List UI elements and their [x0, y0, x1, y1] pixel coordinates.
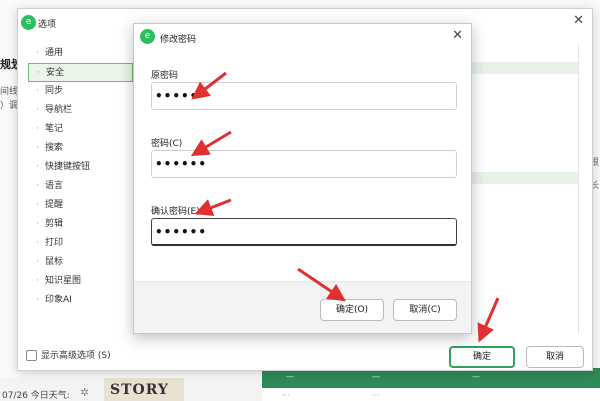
show-advanced-checkbox[interactable]	[26, 350, 37, 361]
weather-date-text: 07/26 今日天气:	[2, 391, 70, 401]
image-text: STORY	[110, 382, 169, 398]
background-table-header: — — —	[262, 368, 600, 388]
old-password-field[interactable]: ••••••	[151, 82, 457, 110]
change-password-close-button[interactable]: ✕	[452, 29, 463, 43]
evernote-logo-icon: e	[140, 29, 155, 44]
sidebar-item-search[interactable]: · 搜索	[28, 139, 133, 158]
sidebar-item-print[interactable]: · 打印	[28, 234, 133, 253]
change-password-dialog: e 修改密码 ✕ 原密码 •••••• 密码(C) •••••• 确认密码(E)…	[133, 23, 472, 334]
weather-icon: ✲	[80, 386, 90, 399]
change-password-title: 修改密码	[160, 35, 197, 45]
options-close-button[interactable]: ✕	[573, 14, 584, 28]
sidebar-item-sync[interactable]: · 同步	[28, 82, 133, 101]
sidebar-item-mouse[interactable]: · 鼠标	[28, 253, 133, 272]
background-table: — — — ··· ···	[262, 368, 600, 401]
sidebar-item-shortcuts[interactable]: · 快捷键按钮	[28, 158, 133, 177]
old-password-label: 原密码	[151, 71, 179, 81]
options-sidebar: · 通用 · 安全 · 同步 · 导航栏 · 笔记 · 搜索 · 快捷键按钮 · 语言 · 提醒 …	[28, 44, 133, 314]
show-advanced-label: 显示高级选项 (S)	[41, 351, 111, 361]
change-password-cancel-button[interactable]: 取消(C)	[393, 299, 457, 321]
background-text-fragment: 间线	[0, 87, 19, 97]
new-password-field[interactable]: ••••••	[151, 150, 457, 178]
change-password-ok-button[interactable]: 确定(O)	[320, 299, 384, 321]
options-title: 选项	[38, 20, 57, 30]
background-image-thumbnail: STORY	[104, 378, 184, 401]
confirm-password-field[interactable]: ••••••	[151, 218, 457, 246]
evernote-logo-icon: e	[21, 15, 36, 30]
sidebar-item-reminders[interactable]: · 提醒	[28, 196, 133, 215]
sidebar-item-general[interactable]: · 通用	[28, 44, 133, 63]
sidebar-item-notes[interactable]: · 笔记	[28, 120, 133, 139]
background-text-fragment: ）调	[0, 101, 19, 111]
options-scroll-area	[578, 44, 584, 334]
sidebar-item-security[interactable]: · 安全	[28, 63, 133, 82]
sidebar-item-clipper[interactable]: · 剪辑	[28, 215, 133, 234]
sidebar-item-language[interactable]: · 语言	[28, 177, 133, 196]
options-ok-button[interactable]: 确定	[449, 346, 515, 368]
sidebar-item-navbar[interactable]: · 导航栏	[28, 101, 133, 120]
new-password-label: 密码(C)	[151, 139, 183, 149]
options-cancel-button[interactable]: 取消	[526, 346, 584, 368]
sidebar-item-knowledge-map[interactable]: · 知识星图	[28, 272, 133, 291]
confirm-password-label: 确认密码(E)	[151, 207, 200, 217]
sidebar-item-ai[interactable]: · 印象AI	[28, 291, 133, 310]
